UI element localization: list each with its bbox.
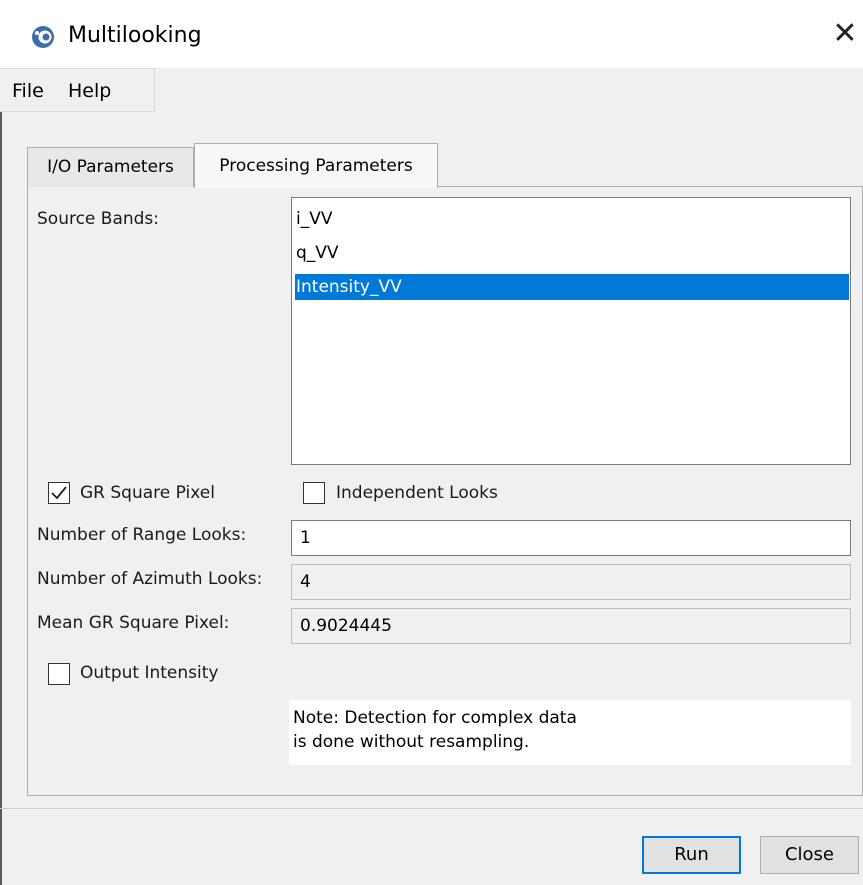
menu-file[interactable]: File [12, 80, 44, 102]
mean-gr-square-pixel-field: 0.9024445 [291, 608, 851, 644]
independent-looks-checkbox[interactable] [303, 482, 325, 504]
gr-square-pixel-checkbox[interactable] [48, 482, 70, 504]
list-item[interactable]: i_VV [295, 206, 849, 232]
tab-io-parameters[interactable]: I/O Parameters [27, 147, 194, 187]
gr-square-pixel-label[interactable]: GR Square Pixel [80, 482, 215, 504]
note-line-2: is done without resampling. [293, 732, 530, 752]
azimuth-looks-label: Number of Azimuth Looks: [37, 569, 263, 589]
run-button[interactable]: Run [642, 836, 741, 874]
list-item-selected[interactable]: Intensity_VV [295, 274, 849, 300]
window-title: Multilooking [68, 23, 202, 48]
close-button[interactable]: Close [760, 836, 859, 874]
range-looks-label: Number of Range Looks: [37, 525, 247, 545]
source-bands-label: Source Bands: [37, 209, 160, 229]
range-looks-input[interactable]: 1 [291, 520, 851, 556]
note-box: Note: Detection for complex data is done… [289, 700, 851, 765]
output-intensity-label[interactable]: Output Intensity [80, 662, 218, 684]
output-intensity-checkbox[interactable] [48, 663, 70, 685]
app-logo-icon [31, 25, 55, 49]
close-window-icon[interactable]: ✕ [828, 14, 862, 54]
note-line-1: Note: Detection for complex data [293, 708, 577, 728]
window-left-border [0, 112, 2, 885]
independent-looks-label[interactable]: Independent Looks [336, 482, 498, 504]
divider [0, 808, 863, 809]
mean-gr-square-pixel-label: Mean GR Square Pixel: [37, 613, 230, 633]
azimuth-looks-field: 4 [291, 564, 851, 600]
source-bands-list[interactable] [291, 197, 851, 465]
tab-processing-parameters[interactable]: Processing Parameters [194, 143, 438, 188]
list-item[interactable]: q_VV [295, 240, 849, 266]
checkmark-icon [51, 486, 67, 500]
menu-help[interactable]: Help [68, 80, 111, 102]
